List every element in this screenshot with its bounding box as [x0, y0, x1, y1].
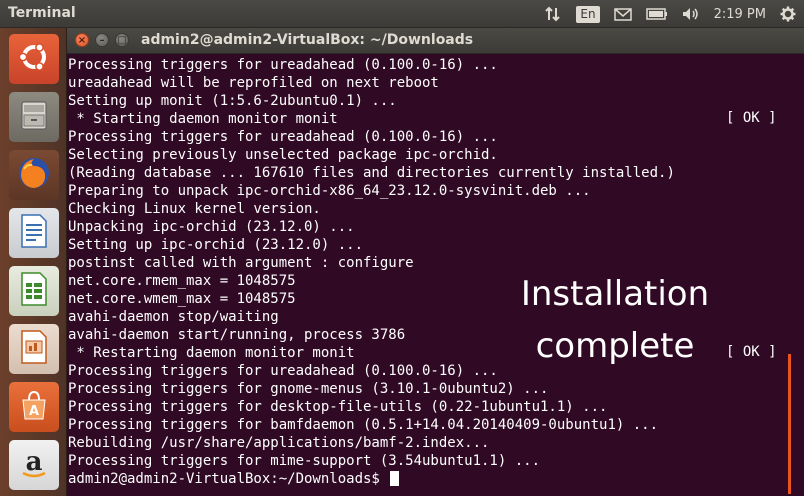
calc-spreadsheet-icon [18, 271, 50, 311]
window-title: admin2@admin2-VirtualBox: ~/Downloads [141, 32, 474, 48]
terminal-line: Setting up ipc-orchid (23.12.0) ... [68, 237, 364, 253]
terminal-line: (Reading database ... 167610 files and d… [68, 165, 675, 181]
terminal-line: Processing triggers for gnome-menus (3.1… [68, 381, 549, 397]
network-arrows-icon[interactable] [544, 6, 562, 22]
clock[interactable]: 2:19 PM [714, 7, 766, 22]
terminal-line: Preparing to unpack ipc-orchid-x86_64_23… [68, 183, 591, 199]
window-maximize-button[interactable]: □ [115, 33, 129, 47]
window-minimize-button[interactable]: – [95, 33, 109, 47]
terminal-window: × – □ admin2@admin2-VirtualBox: ~/Downlo… [67, 28, 804, 496]
firefox-icon [15, 154, 53, 196]
terminal-prompt-line[interactable]: admin2@admin2-VirtualBox:~/Downloads$ [68, 470, 675, 488]
launcher-item-amazon[interactable]: a [9, 440, 59, 490]
terminal-line: Processing triggers for desktop-file-uti… [68, 399, 608, 415]
launcher-item-calc[interactable] [9, 266, 59, 316]
writer-document-icon [18, 213, 50, 253]
window-titlebar[interactable]: × – □ admin2@admin2-VirtualBox: ~/Downlo… [67, 28, 804, 54]
terminal-cursor [390, 471, 400, 486]
ubuntu-logo-icon [17, 40, 51, 78]
caption-line-2: complete [535, 326, 695, 366]
launcher-item-firefox[interactable] [9, 150, 59, 200]
keyboard-layout-indicator[interactable]: En [576, 5, 600, 23]
installation-complete-caption: Installation complete [497, 268, 733, 372]
terminal-line: Setting up monit (1:5.6-2ubuntu0.1) ... [68, 93, 397, 109]
software-center-icon: A [17, 388, 51, 426]
launcher-item-files[interactable] [9, 92, 59, 142]
volume-icon[interactable] [682, 7, 700, 21]
terminal-line: * Starting daemon monitor monit [68, 111, 338, 127]
battery-icon[interactable] [645, 8, 668, 20]
launcher-item-writer[interactable] [9, 208, 59, 258]
gear-icon[interactable] [780, 6, 796, 22]
launcher-item-impress[interactable] [9, 324, 59, 374]
top-panel: Terminal En 2:19 PM [0, 0, 804, 28]
indicator-area: En 2:19 PM [544, 0, 796, 28]
launcher-item-software-center[interactable]: A [9, 382, 59, 432]
impress-presentation-icon [18, 329, 50, 369]
launcher: A a [0, 28, 67, 496]
caption-line-1: Installation [520, 274, 710, 314]
active-app-title: Terminal [8, 5, 76, 21]
launcher-item-dash[interactable] [9, 34, 59, 84]
scroll-indicator[interactable] [788, 354, 791, 494]
terminal-output-area[interactable]: Processing triggers for ureadahead (0.10… [67, 54, 804, 496]
terminal-line: Processing triggers for ureadahead (0.10… [68, 57, 498, 73]
terminal-line: Processing triggers for mime-support (3.… [68, 453, 541, 469]
terminal-line: Selecting previously unselected package … [68, 147, 498, 163]
status-ok-label: [ OK ] [726, 344, 777, 360]
terminal-line: Processing triggers for bamfdaemon (0.5.… [68, 417, 659, 433]
svg-text:a: a [26, 447, 43, 477]
terminal-line: Processing triggers for ureadahead (0.10… [68, 129, 498, 145]
terminal-prompt: admin2@admin2-VirtualBox:~/Downloads$ [68, 471, 389, 487]
mail-envelope-icon[interactable] [613, 7, 632, 21]
terminal-line: ureadahead will be reprofiled on next re… [68, 75, 439, 91]
terminal-line: Checking Linux kernel version. [68, 201, 321, 217]
window-close-button[interactable]: × [75, 33, 89, 47]
status-ok-label: [ OK ] [726, 110, 777, 126]
terminal-line: Rebuilding /usr/share/applications/bamf-… [68, 435, 490, 451]
file-cabinet-icon [17, 98, 51, 136]
amazon-icon: a [17, 446, 51, 484]
terminal-line: Unpacking ipc-orchid (23.12.0) ... [68, 219, 355, 235]
svg-text:A: A [29, 404, 39, 419]
